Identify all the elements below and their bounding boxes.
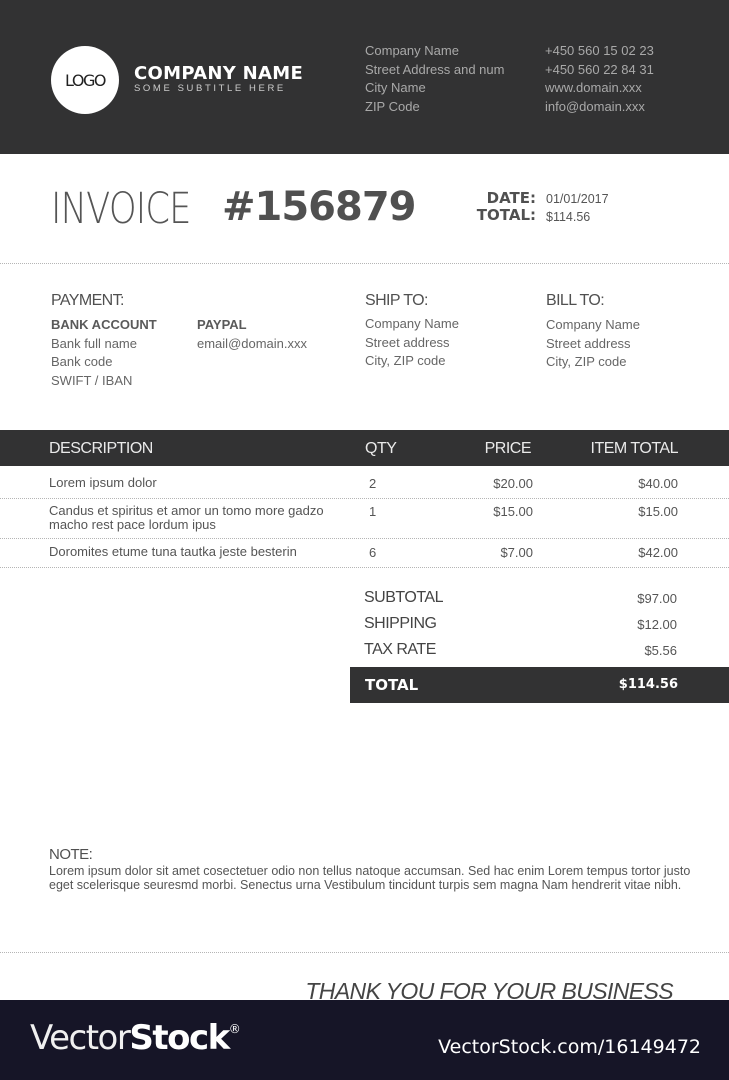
divider [0,952,729,953]
registered-icon: ® [228,1022,241,1036]
shipping-value: $12.00 [637,617,677,632]
bill-to-line: Street address [546,335,631,351]
paypal-email: email@domain.xxx [197,335,308,351]
header-item-total: ITEM TOTAL [590,440,679,457]
vectorstock-logo: VectorStock® [30,1018,241,1058]
row-divider [0,498,729,499]
note-title: NOTE: [49,846,93,863]
item-qty: 6 [369,545,377,560]
subtotal-value: $97.00 [637,591,677,606]
paypal-heading: PAYPAL [197,317,247,332]
grand-total-bar: TOTAL $114.56 [350,667,729,703]
item-description: Lorem ipsum dolor [49,475,157,490]
brand-bold: Stock [129,1018,230,1058]
email: info@domain.xxx [545,98,645,114]
watermark-url: VectorStock.com/16149472 [438,1036,701,1058]
invoice-header: LOGO COMPANY NAME SOME SUBTITLE HERE Com… [0,0,729,154]
invoice-meta-values: 01/01/2017 $114.56 [546,191,609,226]
phone-2: +450 560 22 84 31 [545,61,654,77]
ship-to-line: City, ZIP code [365,353,446,368]
logo-text: LOGO [65,70,106,90]
item-total: $42.00 [638,545,678,560]
header-price: PRICE [484,440,532,457]
payment-title: PAYMENT: [51,292,124,309]
paypal-block: PAYPAL email@domain.xxx [197,316,307,353]
bill-to-line: Company Name [546,317,640,332]
phone-1: +450 560 15 02 23 [545,43,654,58]
company-name: COMPANY NAME [134,63,304,84]
ship-to-title: SHIP TO: [365,292,428,309]
bank-account-block: BANK ACCOUNT Bank full name Bank code SW… [51,316,157,390]
item-total: $40.00 [638,476,678,491]
item-description: Doromites etume tuna tautka jeste bester… [49,544,297,559]
tax-label: TAX RATE [364,641,436,658]
bank-account-heading: BANK ACCOUNT [51,317,157,332]
company-address: Company Name Street Address and num City… [365,42,504,116]
invoice-title: INVOICE [51,184,191,234]
divider [0,263,729,264]
header-qty: QTY [365,440,397,457]
address-line: Company Name [365,43,459,58]
item-price: $15.00 [493,504,533,519]
ship-to-line: Street address [365,334,450,350]
date-value: 01/01/2017 [546,192,609,206]
item-qty: 1 [369,504,377,519]
brand-thin: Vector [30,1018,131,1058]
item-price: $7.00 [500,545,533,560]
website: www.domain.xxx [545,80,642,95]
item-price: $20.00 [493,476,533,491]
bank-line: Bank full name [51,335,137,351]
invoice-number: #156879 [222,184,417,230]
bank-line: Bank code [51,354,113,369]
note-text: Lorem ipsum dolor sit amet cosectetuer o… [49,864,691,892]
address-line: ZIP Code [365,98,420,114]
logo: LOGO [51,46,119,114]
address-line: Street Address and num [365,61,505,77]
item-qty: 2 [369,476,377,491]
header-description: DESCRIPTION [49,440,153,457]
items-table-header: DESCRIPTION QTY PRICE ITEM TOTAL [0,430,729,466]
address-line: City Name [365,80,426,95]
tax-value: $5.56 [644,643,677,658]
bank-line: SWIFT / IBAN [51,372,133,388]
bill-to-line: City, ZIP code [546,354,627,369]
company-contact: +450 560 15 02 23 +450 560 22 84 31 www.… [545,42,654,116]
invoice-meta-labels: DATE: TOTAL: [470,190,536,224]
bill-to-block: Company Name Street address City, ZIP co… [546,316,640,372]
total-value: $114.56 [546,209,591,224]
watermark-footer: VectorStock® VectorStock.com/16149472 [0,1000,729,1080]
item-total: $15.00 [638,504,678,519]
row-divider [0,567,729,568]
item-description: Candus et spiritus et amor un tomo more … [49,503,324,532]
ship-to-block: Company Name Street address City, ZIP co… [365,315,459,371]
row-divider [0,538,729,539]
total-label: TOTAL: [476,206,536,224]
shipping-label: SHIPPING [364,615,437,632]
ship-to-line: Company Name [365,316,459,331]
grand-total-label: TOTAL [365,676,419,694]
company-subtitle: SOME SUBTITLE HERE [134,83,286,94]
bill-to-title: BILL TO: [546,292,605,309]
subtotal-label: SUBTOTAL [364,589,443,606]
date-label: DATE: [486,189,536,207]
grand-total-value: $114.56 [618,677,678,692]
